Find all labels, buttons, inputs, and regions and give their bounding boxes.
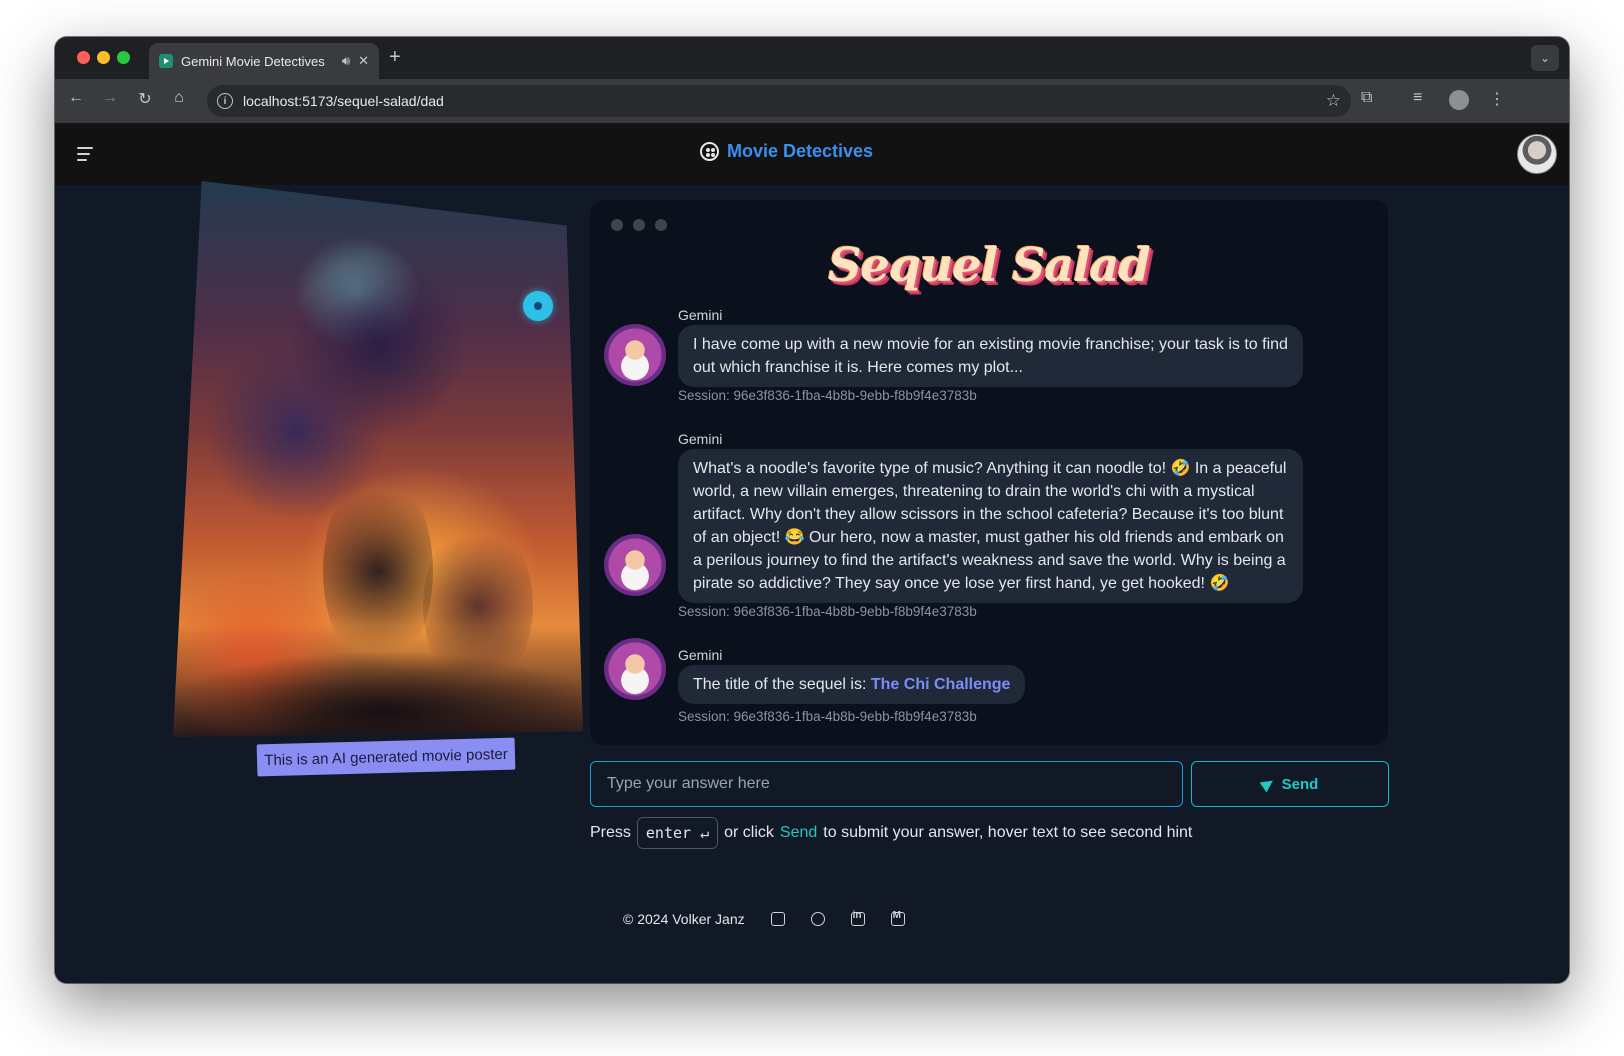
- poster-caption: This is an AI generated movie poster: [256, 737, 516, 777]
- message-author: Gemini: [678, 647, 723, 663]
- close-tab-icon[interactable]: ✕: [358, 53, 369, 69]
- medium-icon[interactable]: [890, 910, 905, 926]
- window-dot: [611, 219, 623, 231]
- message-author: Gemini: [678, 307, 723, 323]
- hint-press: Press: [590, 824, 631, 841]
- user-avatar[interactable]: [1517, 134, 1557, 174]
- game-title: Sequel Salad: [828, 238, 1150, 292]
- forward-icon[interactable]: →: [98, 89, 122, 107]
- new-tab-icon[interactable]: +: [389, 46, 401, 69]
- close-window-button[interactable]: [77, 51, 90, 64]
- window-dot: [633, 219, 645, 231]
- gemini-avatar: [604, 534, 666, 596]
- send-button-label: Send: [1281, 775, 1319, 793]
- gemini-avatar: [604, 638, 666, 700]
- message-bubble: What's a noodle's favorite type of music…: [678, 449, 1303, 603]
- bookmark-star-icon[interactable]: ☆: [1326, 91, 1341, 111]
- site-info-icon[interactable]: i: [217, 93, 233, 109]
- poster-hint-hotspot[interactable]: [523, 291, 553, 321]
- answer-input[interactable]: [590, 761, 1183, 807]
- hint-rest[interactable]: to submit your answer, hover text to see…: [823, 824, 1192, 842]
- minimize-window-button[interactable]: [97, 51, 110, 64]
- answer-prefix: The title of the sequel is:: [693, 676, 871, 693]
- browser-tab[interactable]: Gemini Movie Detectives 🔊︎ ✕: [149, 43, 379, 79]
- send-button[interactable]: Send: [1191, 761, 1389, 807]
- movie-poster-image: [173, 181, 583, 737]
- submit-hint: Press enter ↵ or click Send to submit yo…: [590, 817, 1192, 849]
- main-content: This is an AI generated movie poster Seq…: [55, 181, 1569, 983]
- hamburger-menu-icon[interactable]: [77, 147, 93, 165]
- copyright: © 2024 Volker Janz: [623, 911, 745, 927]
- session-id: Session: 96e3f836-1fba-4b8b-9ebb-f8b9f4e…: [678, 388, 977, 403]
- message-author: Gemini: [678, 431, 723, 447]
- github-icon[interactable]: [810, 912, 825, 926]
- tab-search-icon[interactable]: ⌄: [1531, 45, 1559, 71]
- film-reel-icon: [700, 142, 719, 161]
- tab-strip: Gemini Movie Detectives 🔊︎ ✕ + ⌄: [55, 37, 1569, 79]
- session-id: Session: 96e3f836-1fba-4b8b-9ebb-f8b9f4e…: [678, 604, 977, 619]
- chat-panel: Sequel Salad Gemini I have come up with …: [590, 200, 1388, 745]
- footer: © 2024 Volker Janz: [623, 910, 905, 927]
- sequel-title[interactable]: The Chi Challenge: [871, 676, 1011, 693]
- more-menu-icon[interactable]: ⋮: [1489, 89, 1505, 109]
- brand[interactable]: Movie Detectives: [700, 141, 873, 162]
- favicon-icon: [159, 54, 173, 68]
- enter-key: enter ↵: [636, 817, 719, 849]
- profile-icon[interactable]: [1449, 90, 1469, 110]
- back-icon[interactable]: ←: [64, 89, 88, 107]
- media-control-icon[interactable]: ≡: [1413, 89, 1422, 107]
- tab-title: Gemini Movie Detectives: [181, 53, 325, 69]
- message-bubble: The title of the sequel is: The Chi Chal…: [678, 665, 1026, 704]
- linkedin-icon[interactable]: [850, 910, 865, 926]
- speaker-icon[interactable]: 🔊︎: [342, 53, 350, 69]
- window-dot: [655, 219, 667, 231]
- hint-send-link[interactable]: Send: [780, 824, 817, 842]
- paper-plane-icon: [1259, 775, 1277, 793]
- browser-window-icon[interactable]: [770, 912, 785, 926]
- reload-icon[interactable]: ↻: [133, 89, 157, 109]
- url-text: localhost:5173/sequel-salad/dad: [243, 93, 444, 109]
- message-bubble: I have come up with a new movie for an e…: [678, 325, 1303, 387]
- gemini-avatar: [604, 324, 666, 386]
- browser-window: Gemini Movie Detectives 🔊︎ ✕ + ⌄ ← → ↻ ⌂…: [55, 37, 1569, 983]
- hint-or-click: or click: [724, 824, 774, 841]
- home-icon[interactable]: ⌂: [167, 89, 191, 107]
- maximize-window-button[interactable]: [117, 51, 130, 64]
- app-title: Movie Detectives: [727, 141, 874, 161]
- extensions-icon[interactable]: ⧉: [1361, 89, 1372, 107]
- session-id: Session: 96e3f836-1fba-4b8b-9ebb-f8b9f4e…: [678, 709, 977, 724]
- app-header: Movie Detectives: [55, 123, 1569, 185]
- address-bar[interactable]: i localhost:5173/sequel-salad/dad ☆: [207, 85, 1351, 117]
- browser-toolbar: ← → ↻ ⌂ i localhost:5173/sequel-salad/da…: [55, 79, 1569, 123]
